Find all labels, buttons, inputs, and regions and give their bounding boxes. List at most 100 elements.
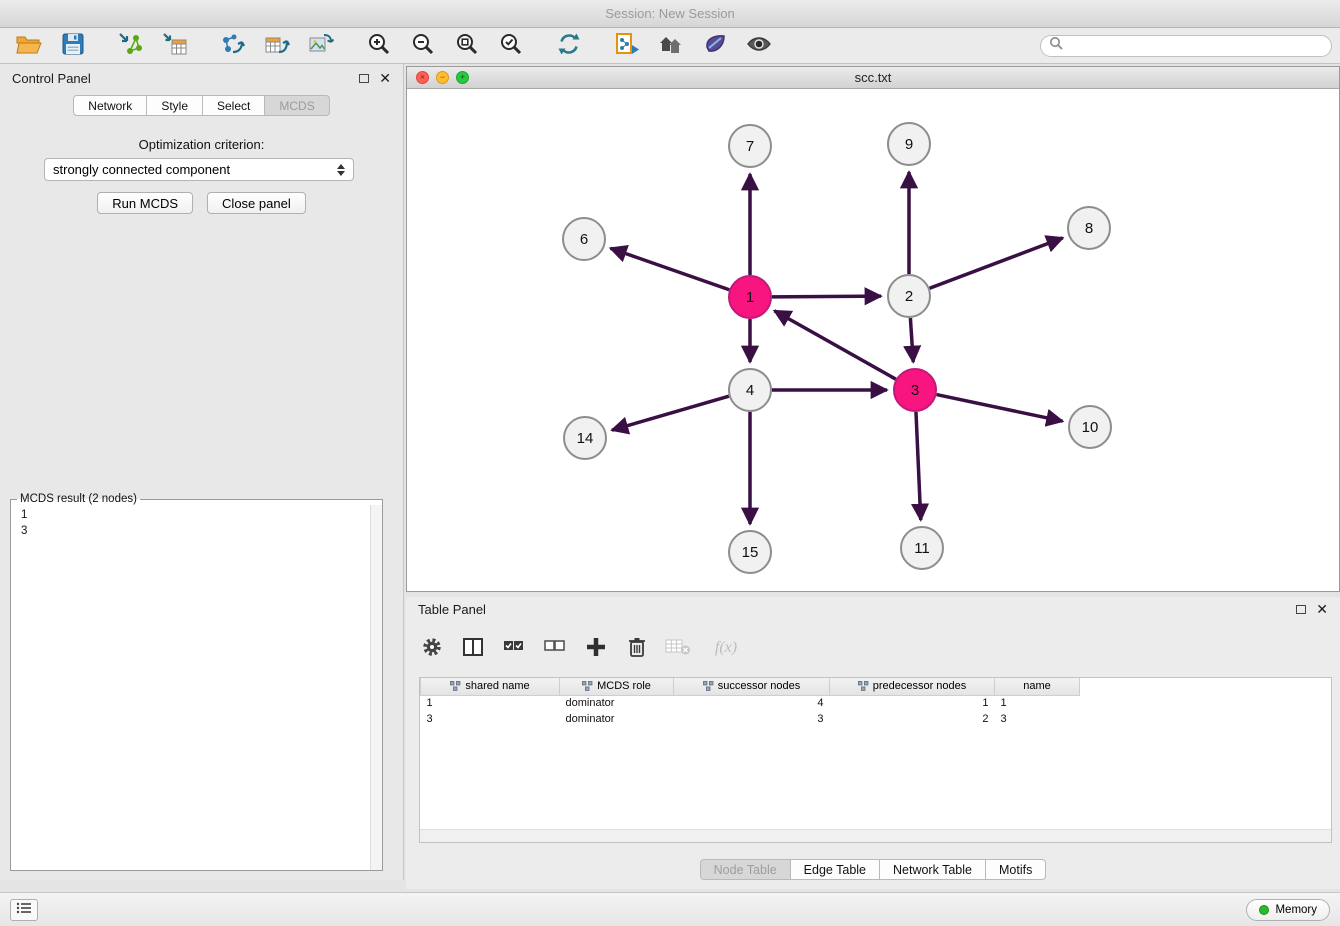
table-cell[interactable]: 1: [830, 695, 995, 711]
home-icon: [658, 33, 684, 58]
tab-select[interactable]: Select: [203, 95, 265, 116]
column-header-successor-nodes[interactable]: successor nodes: [674, 678, 830, 695]
network-window-titlebar[interactable]: scc.txt: [407, 67, 1339, 89]
export-image-icon: [308, 32, 334, 59]
zoom-out-button[interactable]: [402, 31, 444, 61]
graph-node-label: 14: [577, 430, 594, 447]
toggle-visibility-button[interactable]: [738, 31, 780, 61]
window-titlebar[interactable]: Session: New Session: [0, 0, 1340, 28]
dropdown-stepper-icon: [337, 164, 345, 176]
graph-edge-3-11[interactable]: [916, 412, 921, 520]
graph-edge-2-3[interactable]: [910, 318, 913, 362]
floppy-disk-icon: [61, 32, 85, 59]
close-table-panel-icon[interactable]: ✕: [1316, 602, 1328, 616]
delete-column-button[interactable]: [624, 635, 650, 661]
tab-style[interactable]: Style: [147, 95, 203, 116]
mcds-result-title: MCDS result (2 nodes): [17, 493, 140, 505]
close-window-icon[interactable]: [416, 71, 429, 84]
table-cell[interactable]: dominator: [560, 695, 674, 711]
table-cell[interactable]: 2: [830, 711, 995, 727]
control-panel-title: Control Panel: [12, 71, 91, 86]
column-header-mcds-role[interactable]: MCDS role: [560, 678, 674, 695]
select-all-button[interactable]: [501, 635, 527, 661]
table-row[interactable]: 1dominator411: [421, 695, 1080, 711]
graph-edge-1-2[interactable]: [772, 296, 881, 297]
float-panel-icon[interactable]: [359, 74, 369, 83]
close-panel-button[interactable]: Close panel: [207, 192, 306, 214]
run-mcds-button[interactable]: Run MCDS: [97, 192, 193, 214]
open-session-button[interactable]: [8, 31, 50, 61]
network-from-selection-button[interactable]: [606, 31, 648, 61]
show-columns-button[interactable]: [460, 635, 486, 661]
export-table-button[interactable]: [256, 31, 298, 61]
zoom-in-button[interactable]: [358, 31, 400, 61]
import-table-button[interactable]: [154, 31, 196, 61]
table-cell[interactable]: 1: [995, 695, 1080, 711]
task-history-button[interactable]: [10, 899, 38, 921]
table-cell[interactable]: 3: [674, 711, 830, 727]
result-scrollbar[interactable]: [370, 505, 382, 870]
import-network-button[interactable]: [110, 31, 152, 61]
sort-tree-icon: [582, 681, 593, 691]
export-network-button[interactable]: [212, 31, 254, 61]
checked-boxes-icon: [502, 637, 526, 660]
tab-motifs[interactable]: Motifs: [986, 859, 1046, 880]
mcds-result-item[interactable]: 3: [21, 523, 372, 539]
table-row[interactable]: 3dominator323: [421, 711, 1080, 727]
table-cell[interactable]: dominator: [560, 711, 674, 727]
deselect-all-button[interactable]: [542, 635, 568, 661]
mcds-result-box: MCDS result (2 nodes) 1 3: [10, 493, 383, 871]
tab-mcds[interactable]: MCDS: [265, 95, 329, 116]
table-cell[interactable]: 1: [421, 695, 560, 711]
graph-edge-1-6[interactable]: [610, 248, 729, 290]
table-cell[interactable]: 3: [995, 711, 1080, 727]
table-cell[interactable]: 4: [674, 695, 830, 711]
search-box[interactable]: [1040, 35, 1332, 57]
main-toolbar: [0, 28, 1340, 64]
save-session-button[interactable]: [52, 31, 94, 61]
style-paint-button[interactable]: [694, 31, 736, 61]
apply-layout-button[interactable]: [548, 31, 590, 61]
export-network-icon: [220, 32, 246, 59]
zoom-fit-icon: [455, 32, 479, 59]
zoom-fit-button[interactable]: [446, 31, 488, 61]
paint-style-icon: [703, 32, 727, 59]
graph-node-label: 15: [742, 544, 759, 561]
export-image-button[interactable]: [300, 31, 342, 61]
maximize-window-icon[interactable]: [456, 71, 469, 84]
tab-edge-table[interactable]: Edge Table: [791, 859, 880, 880]
criterion-dropdown[interactable]: strongly connected component: [44, 158, 354, 181]
sort-tree-icon: [858, 681, 869, 691]
close-panel-icon[interactable]: ✕: [379, 71, 391, 85]
table-panel-title: Table Panel: [418, 602, 486, 617]
home-button[interactable]: [650, 31, 692, 61]
delete-table-button[interactable]: [665, 635, 691, 661]
add-column-button[interactable]: [583, 635, 609, 661]
graph-edge-3-10[interactable]: [937, 395, 1063, 422]
graph-edge-4-14[interactable]: [612, 396, 729, 430]
column-header-shared-name[interactable]: shared name: [421, 678, 560, 695]
table-settings-button[interactable]: [419, 635, 445, 661]
table-horizontal-scrollbar[interactable]: [420, 829, 1331, 842]
tab-node-table[interactable]: Node Table: [700, 859, 791, 880]
mcds-result-list[interactable]: 1 3: [11, 505, 382, 541]
search-input[interactable]: [1068, 39, 1323, 53]
table-cell[interactable]: 3: [421, 711, 560, 727]
graph-edge-2-8[interactable]: [930, 238, 1063, 288]
trash-icon: [627, 636, 647, 661]
tab-network-table[interactable]: Network Table: [880, 859, 986, 880]
column-header-predecessor-nodes[interactable]: predecessor nodes: [830, 678, 995, 695]
minimize-window-icon[interactable]: [436, 71, 449, 84]
function-builder-button[interactable]: f(x): [706, 635, 746, 661]
network-graph-canvas[interactable]: 7968124314101511: [407, 89, 1339, 592]
mcds-result-item[interactable]: 1: [21, 507, 372, 523]
tab-network[interactable]: Network: [73, 95, 147, 116]
gear-icon: [421, 636, 443, 661]
float-table-panel-icon[interactable]: [1296, 605, 1306, 614]
zoom-selected-button[interactable]: [490, 31, 532, 61]
column-header-name[interactable]: name: [995, 678, 1080, 695]
memory-button[interactable]: Memory: [1246, 899, 1330, 921]
memory-status-icon: [1259, 905, 1269, 915]
graph-edge-3-1[interactable]: [774, 311, 895, 379]
table-panel-tabs: Node Table Edge Table Network Table Moti…: [406, 859, 1340, 880]
